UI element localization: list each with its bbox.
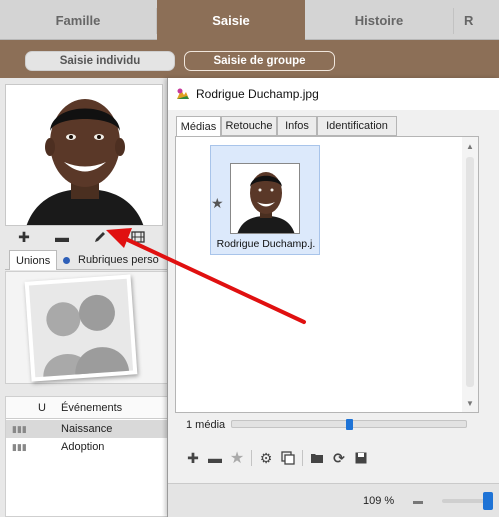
media-grid: ★ Rodrigue Duchamp.j. ▲ ▼ <box>175 136 479 413</box>
add-icon[interactable]: ✚ <box>5 228 43 246</box>
column-evenements[interactable]: Événements <box>61 397 122 418</box>
media-window-titlebar[interactable]: Rodrigue Duchamp.jpg <box>168 78 499 110</box>
scrollbar-thumb[interactable] <box>466 157 474 387</box>
toolbar-separator <box>302 450 303 466</box>
zoom-slider[interactable] <box>442 492 493 510</box>
union-area <box>5 271 168 384</box>
silhouette-icon <box>28 278 134 378</box>
media-window: Rodrigue Duchamp.jpg Médias Retouche Inf… <box>167 78 499 517</box>
tab-truncated[interactable]: R <box>454 0 499 40</box>
sub-tab-bar: Saisie individu Saisie de groupe <box>0 40 499 78</box>
row-grip-icon: ▮▮▮ <box>12 423 27 434</box>
events-table: U Événements ▮▮▮ Naissance ▮▮▮ Adoption <box>5 396 169 517</box>
app-icon <box>177 88 189 99</box>
copy-icon[interactable] <box>277 448 299 468</box>
person-tabs: Unions Rubriques perso <box>5 250 168 270</box>
saisie-groupe-button[interactable]: Saisie de groupe <box>184 51 335 71</box>
tab-rubriques[interactable]: Rubriques perso <box>57 250 165 270</box>
top-tab-bar: Famille Saisie Histoire R <box>0 0 499 40</box>
media-toolbar: ✚ ▬ ★ ⚙ ⟳ <box>182 448 372 468</box>
thumbnail-label: Rodrigue Duchamp.j. <box>216 238 316 250</box>
media-count: 1 média <box>186 419 226 431</box>
remove-icon[interactable]: ▬ <box>43 228 81 246</box>
zoom-bar: 109 % <box>168 483 499 517</box>
thumbnail-size-slider[interactable] <box>231 419 467 430</box>
tab-saisie[interactable]: Saisie <box>157 0 305 40</box>
portrait-toolbar: ✚ ▬ <box>5 228 163 246</box>
person-panel: ✚ ▬ Unions Rubriques perso U Événements … <box>0 78 169 517</box>
portrait-image <box>6 85 162 225</box>
row-grip-icon: ▮▮▮ <box>12 441 27 452</box>
gear-icon[interactable]: ⚙ <box>255 448 277 468</box>
toolbar-separator <box>251 450 252 466</box>
star-icon[interactable]: ★ <box>211 195 224 212</box>
column-u[interactable]: U <box>38 397 46 418</box>
table-row[interactable]: ▮▮▮ Adoption <box>6 438 169 456</box>
saisie-individu-button[interactable]: Saisie individu <box>25 51 175 71</box>
refresh-icon[interactable]: ⟳ <box>328 448 350 468</box>
edit-pencil-icon[interactable] <box>81 228 119 246</box>
tab-retouche[interactable]: Retouche <box>221 116 277 136</box>
zoom-slider-knob[interactable] <box>483 492 493 510</box>
media-window-title: Rodrigue Duchamp.jpg <box>196 87 319 101</box>
star-icon[interactable]: ★ <box>226 448 248 468</box>
couple-silhouette-placeholder[interactable] <box>24 274 138 382</box>
slider-knob[interactable] <box>346 419 353 430</box>
scroll-down-icon[interactable]: ▼ <box>462 396 478 410</box>
zoom-out-icon[interactable] <box>413 501 423 504</box>
save-icon[interactable] <box>350 448 372 468</box>
event-label: Naissance <box>61 423 113 435</box>
zoom-level: 109 % <box>363 495 395 507</box>
thumbnail-image <box>230 163 300 234</box>
table-row[interactable]: ▮▮▮ Naissance <box>6 420 169 438</box>
film-icon[interactable] <box>119 228 157 246</box>
add-icon[interactable]: ✚ <box>182 448 204 468</box>
blue-dot-icon <box>63 256 70 264</box>
media-thumbnail-item[interactable]: ★ Rodrigue Duchamp.j. <box>210 145 320 255</box>
tab-famille[interactable]: Famille <box>0 0 156 40</box>
tab-infos[interactable]: Infos <box>277 116 317 136</box>
scroll-up-icon[interactable]: ▲ <box>462 139 478 153</box>
tab-unions[interactable]: Unions <box>9 250 58 270</box>
tab-histoire[interactable]: Histoire <box>305 0 453 40</box>
tab-rubriques-label: Rubriques perso <box>78 254 159 266</box>
events-header: U Événements <box>6 397 169 419</box>
tab-identification[interactable]: Identification <box>317 116 397 136</box>
vertical-scrollbar[interactable]: ▲ ▼ <box>462 137 478 412</box>
portrait-photo[interactable] <box>5 84 163 226</box>
tab-medias[interactable]: Médias <box>176 116 221 137</box>
remove-icon[interactable]: ▬ <box>204 448 226 468</box>
event-label: Adoption <box>61 441 105 453</box>
folder-icon[interactable] <box>306 448 328 468</box>
